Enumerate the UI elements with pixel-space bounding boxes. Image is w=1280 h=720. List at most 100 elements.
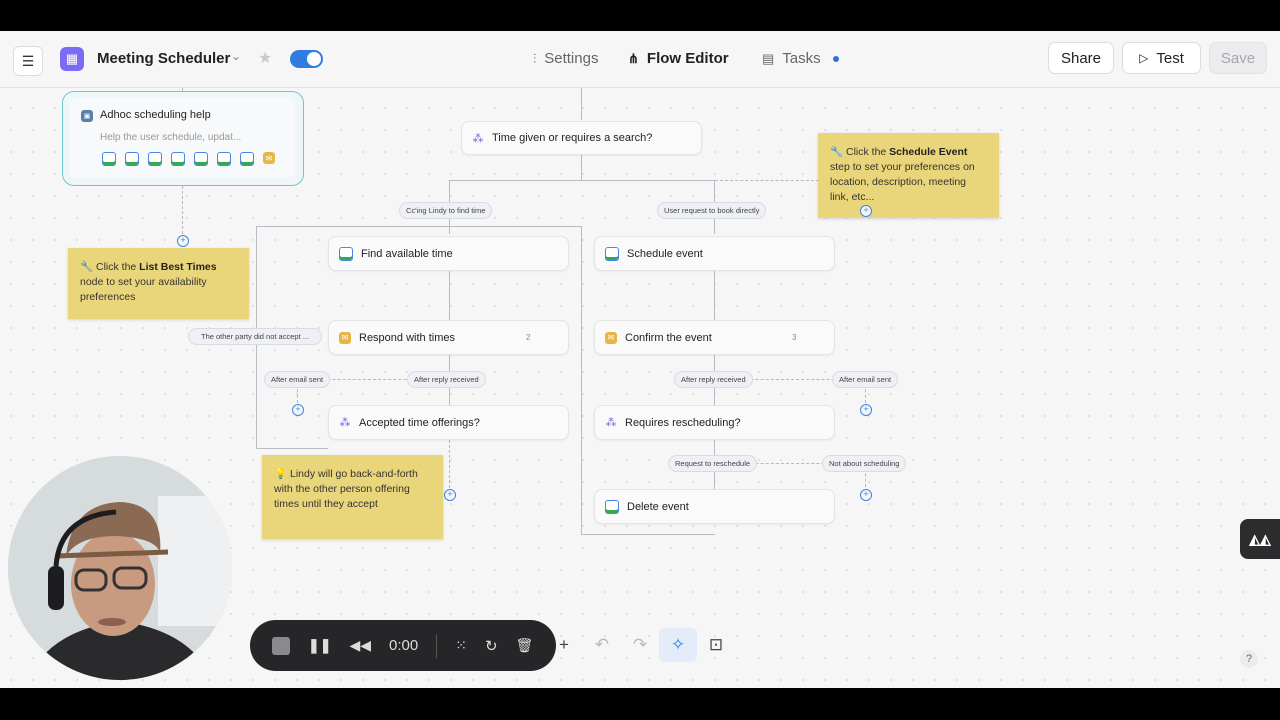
mail-icon: ✉ xyxy=(263,152,275,164)
action-node-delete-event[interactable]: Delete event xyxy=(594,489,835,524)
decision-node-accepted-offerings[interactable]: ⁂ Accepted time offerings? xyxy=(328,405,569,440)
app-title[interactable]: Meeting Scheduler xyxy=(97,50,230,67)
google-calendar-icon xyxy=(102,152,116,166)
node-label: Requires rescheduling? xyxy=(625,416,741,429)
add-step-plus-icon[interactable]: + xyxy=(860,404,872,416)
tab-flow-editor[interactable]: ⋔ Flow Editor xyxy=(628,50,729,67)
node-label: Time given or requires a search? xyxy=(492,132,653,144)
logo-icon: ◭◭ xyxy=(1249,530,1271,547)
save-label: Save xyxy=(1220,49,1256,67)
note-connector xyxy=(715,180,819,181)
restart-icon[interactable]: ↻ xyxy=(485,637,498,655)
action-node-respond-with-times[interactable]: ✉ Respond with times 2 xyxy=(328,320,569,355)
split-icon: ⁂ xyxy=(339,417,351,429)
google-calendar-icon xyxy=(125,152,139,166)
adhoc-node-subtitle: Help the user schedule, updat... xyxy=(100,132,242,143)
pause-icon[interactable]: ❚❚ xyxy=(308,637,331,654)
sticky-note-schedule-event[interactable]: 🔧 Click the Schedule Event step to set y… xyxy=(818,133,999,218)
note-bold-text: Schedule Event xyxy=(889,146,968,158)
connector-line xyxy=(581,534,715,535)
note-bold-text: List Best Times xyxy=(139,261,217,273)
google-calendar-icon xyxy=(217,152,231,166)
connector-line xyxy=(581,87,582,120)
menu-button[interactable]: ☰ xyxy=(13,46,43,76)
question-icon: ? xyxy=(1245,653,1253,665)
play-icon: ▷ xyxy=(1139,51,1149,65)
chevron-down-icon[interactable]: ⌄ xyxy=(231,49,241,63)
tasks-icon: ▤ xyxy=(762,50,775,66)
connector-line xyxy=(581,226,582,534)
share-button[interactable]: Share xyxy=(1048,42,1114,74)
tasks-indicator-dot xyxy=(832,55,839,62)
side-panel-tab[interactable]: ◭◭ xyxy=(1240,519,1280,559)
branch-label-after-email-sent[interactable]: After email sent xyxy=(832,371,899,388)
sticky-note-list-best-times[interactable]: 🔧 Click the List Best Times node to set … xyxy=(68,248,249,319)
adhoc-trigger-node[interactable]: ▣ Adhoc scheduling help Help the user sc… xyxy=(62,91,304,186)
test-label: Test xyxy=(1156,49,1184,67)
presenter-video-image xyxy=(8,456,232,680)
branch-label-request-reschedule[interactable]: Request to reschedule xyxy=(668,455,758,472)
connector-line xyxy=(449,180,715,181)
note-text: 💡 Lindy will go back-and-forth with the … xyxy=(274,468,418,510)
tab-settings[interactable]: ⫶ Settings xyxy=(533,50,598,67)
action-node-schedule-event[interactable]: Schedule event xyxy=(594,236,835,271)
add-step-plus-icon[interactable]: + xyxy=(177,235,189,247)
add-step-plus-icon[interactable]: + xyxy=(860,489,872,501)
undo-icon[interactable]: ↶ xyxy=(583,628,621,662)
connector-line xyxy=(256,226,582,227)
note-text: node to set your availability preference… xyxy=(80,276,207,303)
agent-icon: ▣ xyxy=(81,110,93,122)
hamburger-icon: ☰ xyxy=(21,52,35,69)
recording-time: 0:00 xyxy=(389,637,419,654)
sticky-note-lindy-back-and-forth[interactable]: 💡 Lindy will go back-and-forth with the … xyxy=(262,455,443,539)
trash-icon[interactable]: 🗑 xyxy=(516,637,534,654)
adhoc-node-title: Adhoc scheduling help xyxy=(100,109,211,121)
test-button[interactable]: ▷ Test xyxy=(1122,42,1201,74)
google-calendar-icon xyxy=(339,246,353,261)
adhoc-node-body: ▣ Adhoc scheduling help Help the user sc… xyxy=(69,98,295,178)
google-calendar-icon xyxy=(148,152,162,166)
fit-view-icon[interactable]: ⊡ xyxy=(697,628,735,662)
branch-label-after-email-sent[interactable]: After email sent xyxy=(264,371,331,388)
action-node-confirm-event[interactable]: ✉ Confirm the event 3 xyxy=(594,320,835,355)
tab-label: Flow Editor xyxy=(646,50,729,67)
share-label: Share xyxy=(1060,49,1102,67)
redo-icon[interactable]: ↷ xyxy=(621,628,659,662)
grid-icon[interactable]: ⁙ xyxy=(455,637,467,654)
webcam-overlay[interactable] xyxy=(8,456,232,680)
help-button[interactable]: ? xyxy=(1240,650,1258,668)
split-icon: ⁂ xyxy=(472,132,484,145)
add-step-plus-icon[interactable]: + xyxy=(292,404,304,416)
google-calendar-icon xyxy=(605,246,619,261)
action-node-find-available-time[interactable]: Find available time xyxy=(328,236,569,271)
mail-icon: ✉ xyxy=(339,331,351,344)
mail-icon: ✉ xyxy=(605,331,617,344)
branch-label-ccing-lindy[interactable]: Cc'ing Lindy to find time xyxy=(399,202,493,219)
calendar-icon: ▦ xyxy=(60,47,84,71)
add-step-plus-icon[interactable]: + xyxy=(860,205,872,217)
star-icon[interactable]: ★ xyxy=(258,48,272,68)
branch-label-other-party[interactable]: The other party did not accept ... xyxy=(188,328,322,345)
adhoc-node-tools: ✉ xyxy=(102,152,275,166)
add-step-plus-icon[interactable]: + xyxy=(444,489,456,501)
branch-label-after-reply-received[interactable]: After reply received xyxy=(674,371,753,388)
decision-node-time-given[interactable]: ⁂ Time given or requires a search? xyxy=(461,121,702,155)
magic-wand-icon[interactable]: ✧ xyxy=(659,628,697,662)
branch-connector xyxy=(449,440,450,488)
tab-label: Tasks xyxy=(782,50,821,67)
canvas-toolbar: + ↶ ↷ ✧ ⊡ xyxy=(545,628,735,662)
recording-controls: ❚❚ ◀◀ 0:00 ⁙ ↻ 🗑 xyxy=(250,620,556,671)
rewind-icon[interactable]: ◀◀ xyxy=(349,637,371,654)
decision-node-requires-rescheduling[interactable]: ⁂ Requires rescheduling? xyxy=(594,405,835,440)
node-label: Delete event xyxy=(627,500,689,513)
connector-line xyxy=(714,271,715,321)
stop-icon[interactable] xyxy=(272,636,290,655)
save-button[interactable]: Save xyxy=(1209,42,1267,74)
agent-enabled-toggle[interactable] xyxy=(290,50,323,68)
step-count-badge: 3 xyxy=(792,333,797,342)
google-calendar-icon xyxy=(171,152,185,166)
branch-label-not-about-scheduling[interactable]: Not about scheduling xyxy=(822,455,907,472)
tab-tasks[interactable]: ▤ Tasks xyxy=(762,50,839,67)
branch-label-after-reply-received[interactable]: After reply received xyxy=(407,371,486,388)
branch-label-user-request[interactable]: User request to book directly xyxy=(657,202,767,219)
